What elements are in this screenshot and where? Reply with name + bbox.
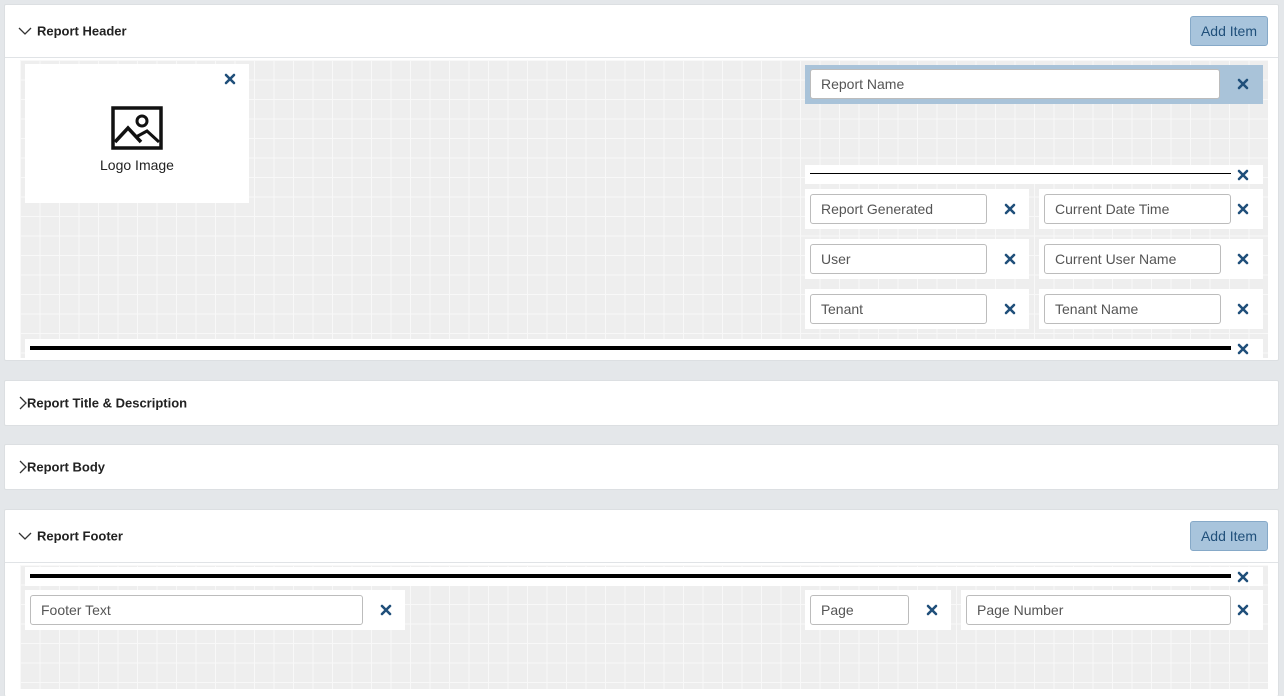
header-canvas[interactable]: Logo Image Report Name Report Generated [20,60,1268,358]
report-name-field[interactable]: Report Name [810,69,1220,99]
page-field[interactable]: Page [810,595,909,625]
report-footer-head[interactable]: Report Footer Add Item [5,510,1278,562]
close-icon[interactable] [1003,302,1017,316]
close-icon[interactable] [1236,168,1250,182]
close-icon[interactable] [1236,252,1250,266]
close-icon[interactable] [1003,252,1017,266]
close-icon[interactable] [1236,603,1250,617]
report-title-description-panel[interactable]: Report Title & Description [4,380,1279,426]
report-generated-field[interactable]: Report Generated [810,194,987,224]
tenant-name-item[interactable]: Tenant Name [1039,289,1263,329]
image-icon [111,106,163,155]
section-title: Report Footer [37,528,123,544]
close-icon[interactable] [379,603,393,617]
close-icon[interactable] [223,72,237,86]
section-title: Report Header [37,23,127,39]
current-user-name-field[interactable]: Current User Name [1044,244,1221,274]
footer-text-field[interactable]: Footer Text [30,595,363,625]
chevron-down-icon[interactable] [18,24,32,38]
tenant-field[interactable]: Tenant [810,294,987,324]
close-icon[interactable] [1236,202,1250,216]
logo-label: Logo Image [100,157,174,173]
logo-image-item[interactable]: Logo Image [25,64,249,203]
current-date-time-field[interactable]: Current Date Time [1044,194,1231,224]
add-item-button[interactable]: Add Item [1189,16,1268,46]
close-icon[interactable] [1236,302,1250,316]
tenant-label-item[interactable]: Tenant [805,289,1029,329]
tenant-name-field[interactable]: Tenant Name [1044,294,1221,324]
current-date-time-item[interactable]: Current Date Time [1039,189,1263,229]
report-body-panel[interactable]: Report Body [4,444,1279,490]
report-footer-panel: Report Footer Add Item Footer Text Page [4,509,1279,696]
user-field[interactable]: User [810,244,987,274]
user-label-item[interactable]: User [805,239,1029,279]
page-number-item[interactable]: Page Number [961,590,1263,630]
report-header-panel: Report Header Add Item Logo Image Report… [4,4,1279,361]
divider [5,562,1278,563]
close-icon[interactable] [1236,77,1250,91]
page-number-field[interactable]: Page Number [966,595,1231,625]
current-user-name-item[interactable]: Current User Name [1039,239,1263,279]
horizontal-line [810,173,1231,174]
close-icon[interactable] [1236,570,1250,584]
close-icon[interactable] [1236,342,1250,356]
thick-line-item[interactable] [25,567,1263,586]
close-icon[interactable] [925,603,939,617]
footer-text-item[interactable]: Footer Text [25,590,405,630]
add-item-button[interactable]: Add Item [1189,521,1268,551]
divider [5,57,1278,58]
chevron-down-icon[interactable] [18,529,32,543]
report-name-item[interactable]: Report Name [805,65,1263,104]
page-label-item[interactable]: Page [805,590,951,630]
report-header-head[interactable]: Report Header Add Item [5,5,1278,57]
thin-line-item[interactable] [805,165,1263,184]
horizontal-line [30,346,1231,350]
thick-line-item[interactable] [25,339,1263,358]
report-generated-label-item[interactable]: Report Generated [805,189,1029,229]
horizontal-line [30,574,1231,578]
section-title: Report Title & Description [27,395,188,411]
close-icon[interactable] [1003,202,1017,216]
section-title: Report Body [27,459,105,475]
footer-canvas[interactable]: Footer Text Page Page Number [20,565,1268,689]
